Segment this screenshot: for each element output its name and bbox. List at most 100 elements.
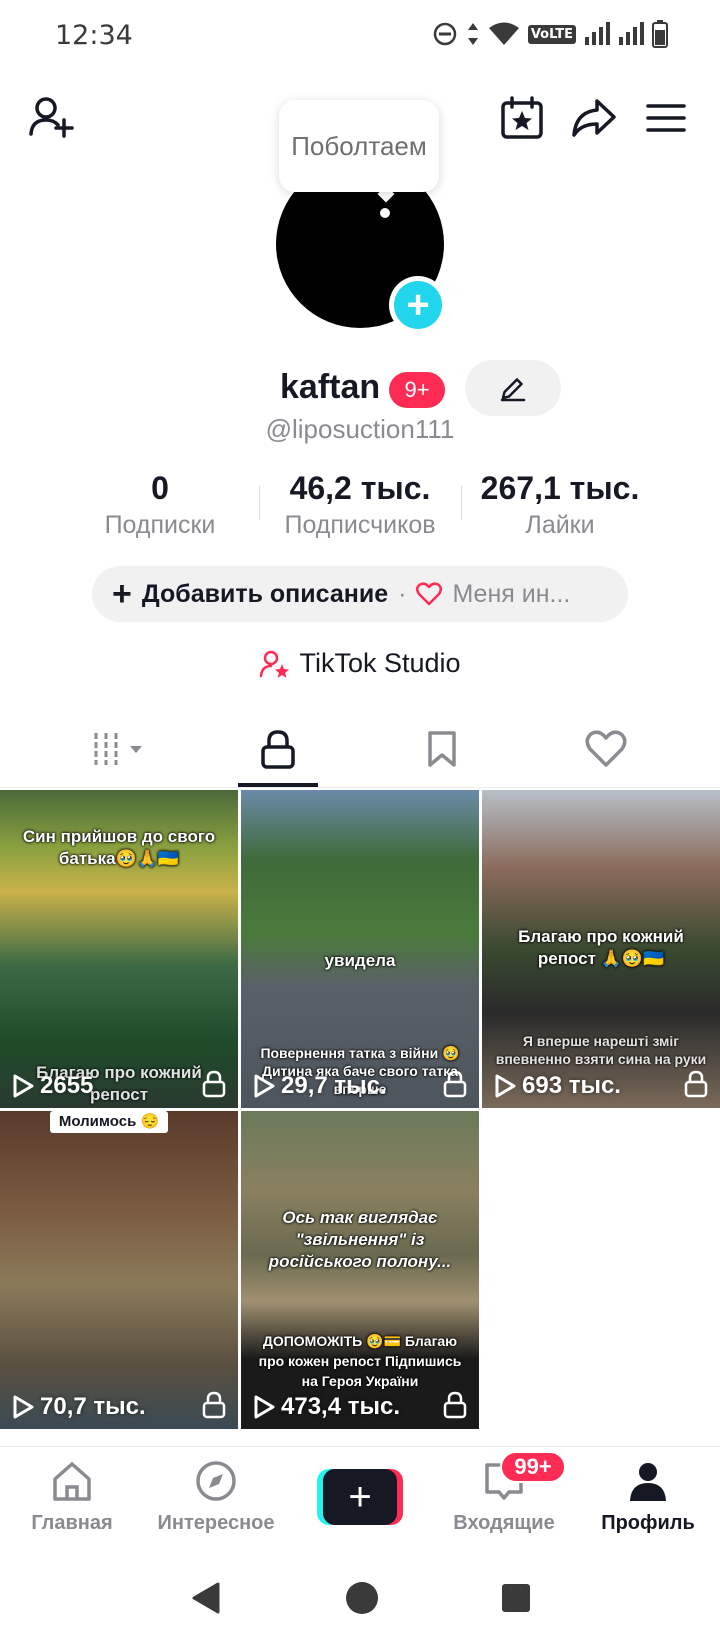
- view-count: 473,4 тыс.: [253, 1393, 400, 1421]
- view-count-label: 70,7 тыс.: [40, 1393, 146, 1420]
- nav-profile[interactable]: Профиль: [576, 1459, 720, 1535]
- studio-icon: [260, 650, 290, 678]
- hamburger-icon: [646, 104, 686, 132]
- tab-private[interactable]: [198, 710, 358, 788]
- view-count: 2655: [12, 1072, 93, 1100]
- lock-icon: [443, 1391, 467, 1419]
- bubble-dot: [380, 208, 390, 218]
- profile-tabs: [0, 710, 720, 788]
- tab-liked[interactable]: [526, 710, 686, 788]
- view-count: 693 тыс.: [494, 1072, 621, 1100]
- video-caption: Благаю про кожний репост 🙏🥹🇺🇦: [518, 927, 684, 968]
- compass-icon: [196, 1461, 236, 1501]
- share-button[interactable]: [568, 92, 620, 144]
- plus-icon: +: [112, 575, 132, 613]
- tiktok-studio-link[interactable]: TikTok Studio: [0, 648, 720, 679]
- bio-preview: Меня ин...: [452, 579, 571, 608]
- lock-icon: [443, 1070, 467, 1098]
- signal-icon: [585, 22, 610, 45]
- recents-icon[interactable]: [500, 1582, 532, 1614]
- add-description-button[interactable]: + Добавить описание · Меня ин...: [92, 566, 628, 622]
- video-tile[interactable]: Благаю про кожний репост 🙏🥹🇺🇦 Я вперше н…: [482, 790, 720, 1108]
- share-icon: [572, 99, 616, 137]
- stat-value: 46,2 тыс.: [289, 470, 431, 506]
- studio-label: TikTok Studio: [299, 648, 461, 678]
- system-nav: [0, 1556, 720, 1640]
- lock-icon: [261, 730, 295, 769]
- video-tile[interactable]: увидела Повернення татка з війни 🥹 Дитин…: [241, 790, 479, 1108]
- dnd-icon: [433, 22, 457, 46]
- nav-discover[interactable]: Интересное: [144, 1459, 288, 1535]
- data-arrows-icon: [467, 23, 478, 45]
- separator: ·: [398, 579, 407, 608]
- bottom-nav: Главная Интересное + Входящие 99+ Профил…: [0, 1446, 720, 1556]
- video-tile[interactable]: Ось так виглядає "звільнення" із російсь…: [241, 1111, 479, 1429]
- video-caption: Молимось 😔: [50, 1111, 168, 1133]
- add-friend-button[interactable]: [26, 92, 78, 144]
- video-tile[interactable]: Син прийшов до свого батька🥹🙏🇺🇦 Благаю п…: [0, 790, 238, 1108]
- stat-followers[interactable]: 46,2 тыс. Подписчиков: [260, 470, 460, 540]
- nav-label: Входящие: [453, 1512, 555, 1534]
- plus-icon: +: [323, 1469, 397, 1525]
- play-icon: [495, 1074, 516, 1098]
- stat-value: 267,1 тыс.: [480, 470, 640, 506]
- inbox-badge: 99+: [500, 1451, 566, 1483]
- battery-icon: [652, 20, 668, 48]
- view-count: 29,7 тыс.: [253, 1072, 387, 1100]
- nav-label: Главная: [31, 1512, 113, 1534]
- menu-button[interactable]: [640, 92, 692, 144]
- tab-videos[interactable]: [40, 710, 200, 788]
- nav-home[interactable]: Главная: [0, 1459, 144, 1535]
- calendar-star-icon: [501, 96, 543, 139]
- video-caption-bottom: ДОПОМОЖІТЬ 🥹💳 Благаю про кожен репост Пі…: [258, 1333, 462, 1389]
- view-count-label: 29,7 тыс.: [281, 1072, 387, 1099]
- nav-label: Интересное: [157, 1512, 275, 1534]
- username: kaftan: [280, 368, 381, 406]
- plus-icon: +: [394, 281, 442, 329]
- stat-label: Подписчиков: [284, 511, 436, 539]
- stat-value: 0: [151, 470, 169, 506]
- video-thumbnail: [0, 1111, 238, 1429]
- wifi-icon: [488, 22, 519, 45]
- heart-icon: [585, 730, 627, 767]
- home-circle-icon[interactable]: [344, 1580, 380, 1616]
- status-bar: 12:34 VoLTE: [0, 0, 720, 72]
- volte-label: VoLTE: [527, 24, 576, 44]
- profile-icon: [630, 1463, 666, 1501]
- user-handle: @liposuction111: [265, 414, 455, 444]
- view-count-label: 2655: [40, 1072, 94, 1099]
- tab-saved[interactable]: [362, 710, 522, 788]
- status-time: 12:34: [55, 20, 133, 51]
- play-icon: [254, 1074, 275, 1098]
- signal-icon-2: [619, 22, 644, 45]
- bookmark-icon: [428, 731, 456, 767]
- active-tab-indicator: [238, 783, 318, 787]
- stat-label: Лайки: [525, 511, 595, 539]
- video-tile[interactable]: Молимось 😔 70,7 тыс.: [0, 1111, 238, 1429]
- name-row: kaftan 9+: [0, 360, 720, 416]
- grid-icon: [94, 733, 142, 765]
- calendar-button[interactable]: [496, 92, 548, 144]
- home-icon: [53, 1462, 91, 1501]
- video-caption-bottom: Я вперше нарешті зміг впевненно взяти си…: [495, 1033, 707, 1067]
- stat-likes[interactable]: 267,1 тыс. Лайки: [460, 470, 660, 540]
- view-count-label: 693 тыс.: [522, 1072, 621, 1099]
- play-icon: [254, 1395, 275, 1419]
- stat-following[interactable]: 0 Подписки: [60, 470, 260, 540]
- play-icon: [13, 1395, 34, 1419]
- lock-icon: [202, 1391, 226, 1419]
- video-caption: Син прийшов до свого батька🥹🙏🇺🇦: [22, 827, 216, 868]
- lock-icon: [684, 1070, 708, 1098]
- edit-profile-button[interactable]: [465, 360, 561, 416]
- stats: 0 Подписки 46,2 тыс. Подписчиков 267,1 т…: [0, 470, 720, 540]
- chat-bubble[interactable]: Поболтаем: [279, 100, 439, 192]
- notification-badge[interactable]: 9+: [389, 372, 445, 408]
- video-caption: Ось так виглядає "звільнення" із російсь…: [268, 1208, 452, 1271]
- video-caption: увидела: [324, 951, 396, 970]
- create-button[interactable]: +: [317, 1469, 403, 1525]
- add-description-label: Добавить описание: [141, 579, 389, 608]
- add-avatar-button[interactable]: +: [389, 276, 447, 334]
- back-icon[interactable]: [188, 1580, 224, 1616]
- add-user-icon: [29, 97, 74, 138]
- view-count: 70,7 тыс.: [12, 1393, 146, 1421]
